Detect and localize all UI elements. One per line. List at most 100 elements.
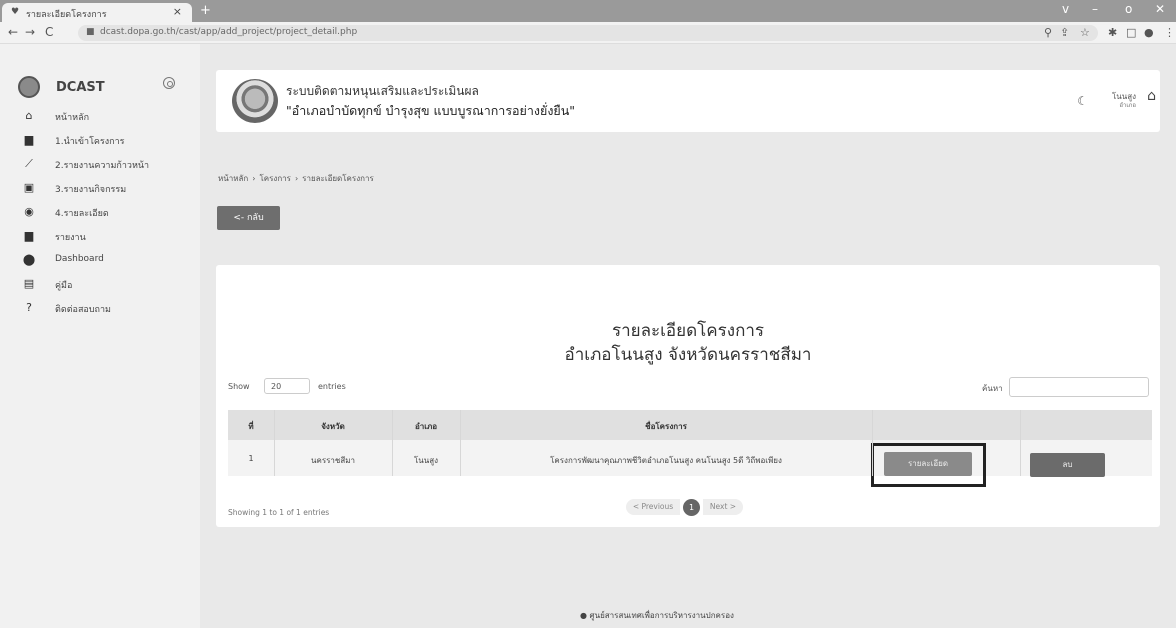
sidebar-item-import-project[interactable]: ▆ 1.นำเข้าโครงการ: [0, 132, 200, 150]
page-subtitle: อำเภอโนนสูง จังหวัดนครราชสีมา: [564, 345, 812, 365]
table-header: ที่ จังหวัด อำเภอ ชื่อโครงการ: [228, 410, 1152, 440]
highlight-box: [871, 443, 986, 487]
col-divider: [274, 410, 275, 476]
close-window-button[interactable]: ✕: [1155, 2, 1165, 16]
brand-name: DCAST: [56, 80, 105, 95]
cell-project-name: โครงการพัฒนาคุณภาพชีวิตอำเภอโนนสูง คนโนน…: [550, 456, 782, 465]
delete-button[interactable]: ลบ: [1030, 453, 1105, 477]
col-no[interactable]: ที่: [228, 420, 274, 433]
breadcrumb-home[interactable]: หน้าหลัก: [218, 174, 248, 183]
col-province[interactable]: จังหวัด: [274, 420, 392, 433]
browser-tab[interactable]: ♥ รายละเอียดโครงการ ×: [2, 3, 192, 22]
minimize-button[interactable]: –: [1092, 2, 1098, 16]
dark-mode-icon[interactable]: ☾: [1077, 94, 1088, 108]
sidebar-item-dashboard[interactable]: ⬤ Dashboard: [0, 252, 200, 270]
sidepanel-icon[interactable]: □: [1126, 26, 1136, 39]
col-project-name[interactable]: ชื่อโครงการ: [460, 420, 872, 433]
sidebar-item-label: รายงาน: [55, 233, 86, 243]
sidebar-item-contact[interactable]: ? ติดต่อสอบถาม: [0, 300, 200, 318]
bookmark-star-icon[interactable]: ☆: [1080, 26, 1090, 39]
breadcrumb-projects[interactable]: โครงการ: [259, 174, 290, 183]
next-page-button[interactable]: Next >: [703, 499, 743, 515]
home-icon: ⌂: [25, 109, 33, 122]
sidebar-item-label: ติดต่อสอบถาม: [55, 305, 111, 315]
tab-title: รายละเอียดโครงการ: [26, 10, 107, 20]
menu-icon[interactable]: ⋮: [1164, 26, 1175, 39]
page-length-select[interactable]: 20: [264, 378, 310, 394]
collapse-sidebar-icon[interactable]: [163, 77, 175, 89]
breadcrumb-current: รายละเอียดโครงการ: [302, 174, 374, 183]
show-label: Show: [228, 382, 250, 391]
footer: ● ศูนย์สารสนเทศเพื่อการบริหารงานปกครอง: [580, 609, 734, 622]
sidebar-item-label: 2.รายงานความก้าวหน้า: [55, 161, 150, 171]
eye-icon: ◉: [24, 205, 34, 218]
page-length-value: 20: [271, 382, 282, 391]
dcast-logo: [18, 76, 40, 98]
back-button[interactable]: <- กลับ: [217, 206, 280, 230]
maximize-button[interactable]: o: [1125, 2, 1132, 16]
sidebar-item-label: 1.นำเข้าโครงการ: [55, 137, 125, 147]
folder-icon: ▆: [24, 133, 34, 146]
sidebar-item-label: คู่มือ: [55, 281, 73, 291]
folder-icon: ▆: [24, 229, 34, 242]
page-title: รายละเอียดโครงการ: [611, 321, 765, 341]
breadcrumb: หน้าหลัก › โครงการ › รายละเอียดโครงการ: [218, 174, 374, 183]
entries-label: entries: [318, 382, 346, 391]
department-emblem: [232, 79, 278, 123]
page-header: ระบบติดตามหนุนเสริมและประเมินผล "อำเภอบำ…: [216, 70, 1160, 132]
sidebar-item-progress-report[interactable]: ⟋ 2.รายงานความก้าวหน้า: [0, 156, 200, 174]
search-input[interactable]: [1009, 377, 1149, 397]
sidebar-item-label: 4.รายละเอียด: [55, 209, 109, 219]
zoom-icon[interactable]: ⚲: [1044, 26, 1052, 39]
tab-search-button[interactable]: v: [1062, 2, 1069, 16]
new-tab-button[interactable]: +: [200, 3, 211, 18]
cell-no: 1: [248, 454, 254, 463]
lock-icon: ■: [86, 27, 95, 37]
cell-district: โนนสูง: [413, 456, 439, 465]
col-divider: [1020, 410, 1021, 476]
share-icon[interactable]: ⇪: [1060, 26, 1069, 39]
book-icon: ▤: [23, 277, 35, 290]
col-district[interactable]: อำเภอ: [392, 420, 460, 433]
chart-icon: ⟋: [25, 157, 33, 170]
col-divider: [872, 410, 873, 476]
url-field[interactable]: ■ dcast.dopa.go.th/cast/app/add_project/…: [78, 25, 1098, 41]
system-name: ระบบติดตามหนุนเสริมและประเมินผล: [286, 84, 479, 98]
forward-arrow-icon[interactable]: →: [25, 25, 35, 39]
sidebar-item-activity-report[interactable]: ▣ 3.รายงานกิจกรรม: [0, 180, 200, 198]
table-info: Showing 1 to 1 of 1 entries: [228, 508, 330, 517]
sidebar-item-home[interactable]: ⌂ หน้าหลัก: [0, 108, 200, 126]
sidebar-item-label: หน้าหลัก: [55, 113, 90, 123]
sidebar-item-label: 3.รายงานกิจกรรม: [55, 185, 127, 195]
globe-icon: ●: [580, 611, 587, 620]
profile-icon[interactable]: ●: [1144, 26, 1154, 39]
location-pin-icon: ⬤: [22, 253, 36, 266]
project-detail-card: รายละเอียดโครงการ อำเภอโนนสูง จังหวัดนคร…: [216, 265, 1160, 527]
shield-icon: ♥: [11, 7, 20, 17]
extensions-icon[interactable]: ✱: [1108, 26, 1117, 39]
back-arrow-icon[interactable]: ←: [8, 25, 18, 39]
user-building-icon[interactable]: ⌂: [1147, 88, 1156, 104]
address-bar-row: ← → C ■ dcast.dopa.go.th/cast/app/add_pr…: [0, 22, 1176, 44]
close-tab-icon[interactable]: ×: [173, 5, 182, 18]
question-icon: ?: [26, 301, 32, 314]
search-label: ค้นหา: [982, 384, 1003, 393]
user-role: อำเภอ: [1119, 102, 1136, 109]
previous-page-button[interactable]: < Previous: [626, 499, 680, 515]
image-icon: ▣: [23, 181, 35, 194]
sidebar-item-report[interactable]: ▆ รายงาน: [0, 228, 200, 246]
col-divider: [392, 410, 393, 476]
cell-province: นครราชสีมา: [311, 456, 355, 465]
col-divider: [460, 410, 461, 476]
sidebar-item-manual[interactable]: ▤ คู่มือ: [0, 276, 200, 294]
system-slogan: "อำเภอบำบัดทุกข์ บำรุงสุข แบบบูรณาการอย่…: [286, 103, 576, 118]
reload-icon[interactable]: C: [45, 25, 53, 39]
sidebar-item-details[interactable]: ◉ 4.รายละเอียด: [0, 204, 200, 222]
sidebar-item-label: Dashboard: [55, 254, 104, 264]
browser-tab-bar: ♥ รายละเอียดโครงการ × + v – o ✕: [0, 0, 1176, 22]
sidebar: DCAST ⌂ หน้าหลัก ▆ 1.นำเข้าโครงการ ⟋ 2.ร…: [0, 44, 200, 628]
url-text: dcast.dopa.go.th/cast/app/add_project/pr…: [100, 27, 358, 37]
table-row: 1 นครราชสีมา โนนสูง โครงการพัฒนาคุณภาพชี…: [228, 440, 1152, 487]
footer-text: ศูนย์สารสนเทศเพื่อการบริหารงานปกครอง: [589, 611, 734, 620]
page-1-button[interactable]: 1: [683, 499, 700, 516]
